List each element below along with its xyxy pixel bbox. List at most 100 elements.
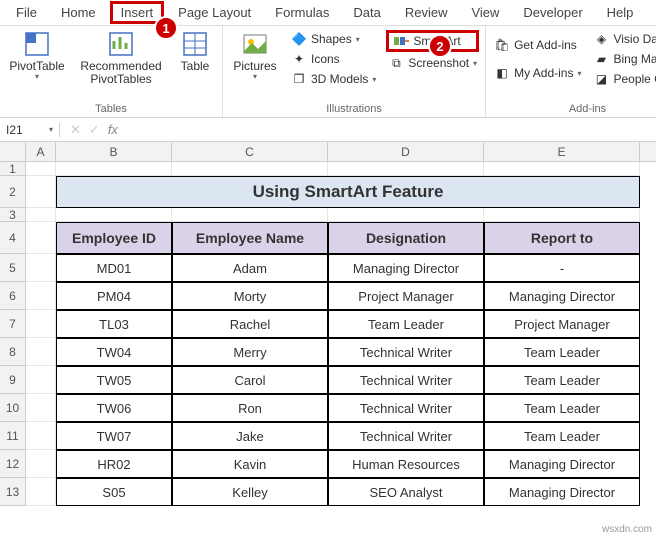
row-header[interactable]: 6: [0, 282, 26, 310]
menu-view[interactable]: View: [461, 2, 509, 23]
row-header[interactable]: 8: [0, 338, 26, 366]
cell[interactable]: Ron: [172, 394, 328, 422]
bing-maps-button[interactable]: ▰Bing Maps: [591, 50, 656, 68]
menu-formulas[interactable]: Formulas: [265, 2, 339, 23]
cell[interactable]: [56, 208, 172, 222]
cell[interactable]: Team Leader: [484, 394, 640, 422]
cell[interactable]: Carol: [172, 366, 328, 394]
cell[interactable]: -: [484, 254, 640, 282]
row-header[interactable]: 7: [0, 310, 26, 338]
col-header-e[interactable]: E: [484, 142, 640, 161]
cell[interactable]: Technical Writer: [328, 366, 484, 394]
cell[interactable]: [26, 282, 56, 310]
cell[interactable]: Jake: [172, 422, 328, 450]
cell[interactable]: Adam: [172, 254, 328, 282]
cell[interactable]: [172, 208, 328, 222]
col-header-a[interactable]: A: [26, 142, 56, 161]
pivottable-button[interactable]: PivotTable ▾: [6, 30, 68, 82]
row-header[interactable]: 10: [0, 394, 26, 422]
fx-icon[interactable]: fx: [108, 122, 118, 137]
people-graph-button[interactable]: ◪People Grap: [591, 70, 656, 88]
cell[interactable]: [26, 366, 56, 394]
col-header-b[interactable]: B: [56, 142, 172, 161]
header-name[interactable]: Employee Name: [172, 222, 328, 254]
cell[interactable]: [26, 478, 56, 506]
cell[interactable]: TW05: [56, 366, 172, 394]
cell[interactable]: Kavin: [172, 450, 328, 478]
row-header[interactable]: 3: [0, 208, 26, 222]
row-header[interactable]: 12: [0, 450, 26, 478]
row-header[interactable]: 13: [0, 478, 26, 506]
cell[interactable]: Morty: [172, 282, 328, 310]
cell[interactable]: TW07: [56, 422, 172, 450]
cell[interactable]: [26, 450, 56, 478]
3dmodels-button[interactable]: ❒3D Models ▾: [289, 70, 378, 88]
screenshot-button[interactable]: ⧉Screenshot ▾: [386, 54, 479, 72]
cell[interactable]: Managing Director: [484, 282, 640, 310]
recommended-pivot-button[interactable]: Recommended PivotTables: [76, 30, 166, 86]
visio-button[interactable]: ◈Visio Data V: [591, 30, 656, 48]
menu-data[interactable]: Data: [343, 2, 390, 23]
cell[interactable]: Team Leader: [484, 422, 640, 450]
cell[interactable]: [26, 338, 56, 366]
cell[interactable]: [26, 162, 56, 176]
cell[interactable]: [56, 162, 172, 176]
my-addins-button[interactable]: ◧My Add-ins ▾: [492, 64, 583, 82]
cell[interactable]: Managing Director: [484, 450, 640, 478]
cell[interactable]: HR02: [56, 450, 172, 478]
cell[interactable]: [26, 208, 56, 222]
cell[interactable]: [172, 162, 328, 176]
menu-developer[interactable]: Developer: [513, 2, 592, 23]
cell[interactable]: TW04: [56, 338, 172, 366]
menu-file[interactable]: File: [6, 2, 47, 23]
cell[interactable]: [26, 310, 56, 338]
pictures-button[interactable]: Pictures ▾: [229, 30, 281, 82]
cell[interactable]: Technical Writer: [328, 422, 484, 450]
shapes-button[interactable]: 🔷Shapes ▾: [289, 30, 378, 48]
title-cell[interactable]: Using SmartArt Feature: [56, 176, 640, 208]
cancel-icon[interactable]: ✕: [70, 122, 81, 138]
cell[interactable]: [26, 176, 56, 208]
menu-pagelayout[interactable]: Page Layout: [168, 2, 261, 23]
cell[interactable]: Team Leader: [484, 366, 640, 394]
col-header-c[interactable]: C: [172, 142, 328, 161]
cell[interactable]: Kelley: [172, 478, 328, 506]
table-button[interactable]: Table: [174, 30, 216, 73]
cell[interactable]: PM04: [56, 282, 172, 310]
cell[interactable]: [26, 222, 56, 254]
cell[interactable]: Project Manager: [484, 310, 640, 338]
cell[interactable]: Team Leader: [484, 338, 640, 366]
col-header-d[interactable]: D: [328, 142, 484, 161]
header-id[interactable]: Employee ID: [56, 222, 172, 254]
cell[interactable]: Project Manager: [328, 282, 484, 310]
cell[interactable]: Team Leader: [328, 310, 484, 338]
cell[interactable]: Managing Director: [484, 478, 640, 506]
row-header[interactable]: 11: [0, 422, 26, 450]
name-box[interactable]: I21▾: [0, 123, 60, 137]
cell[interactable]: Managing Director: [328, 254, 484, 282]
cell[interactable]: Merry: [172, 338, 328, 366]
cell[interactable]: [328, 208, 484, 222]
row-header[interactable]: 1: [0, 162, 26, 176]
icons-button[interactable]: ✦Icons: [289, 50, 378, 68]
cell[interactable]: [26, 394, 56, 422]
cell[interactable]: Human Resources: [328, 450, 484, 478]
select-all-corner[interactable]: [0, 142, 26, 161]
cell[interactable]: TL03: [56, 310, 172, 338]
cell[interactable]: S05: [56, 478, 172, 506]
enter-icon[interactable]: ✓: [89, 122, 100, 138]
header-report[interactable]: Report to: [484, 222, 640, 254]
menu-help[interactable]: Help: [597, 2, 644, 23]
cell[interactable]: Technical Writer: [328, 338, 484, 366]
header-desig[interactable]: Designation: [328, 222, 484, 254]
get-addins-button[interactable]: 🛍Get Add-ins: [492, 36, 583, 54]
row-header[interactable]: 4: [0, 222, 26, 254]
row-header[interactable]: 9: [0, 366, 26, 394]
row-header[interactable]: 2: [0, 176, 26, 208]
cell[interactable]: [26, 422, 56, 450]
cell[interactable]: TW06: [56, 394, 172, 422]
cell[interactable]: [26, 254, 56, 282]
cell[interactable]: Technical Writer: [328, 394, 484, 422]
menu-home[interactable]: Home: [51, 2, 106, 23]
cell[interactable]: [328, 162, 484, 176]
